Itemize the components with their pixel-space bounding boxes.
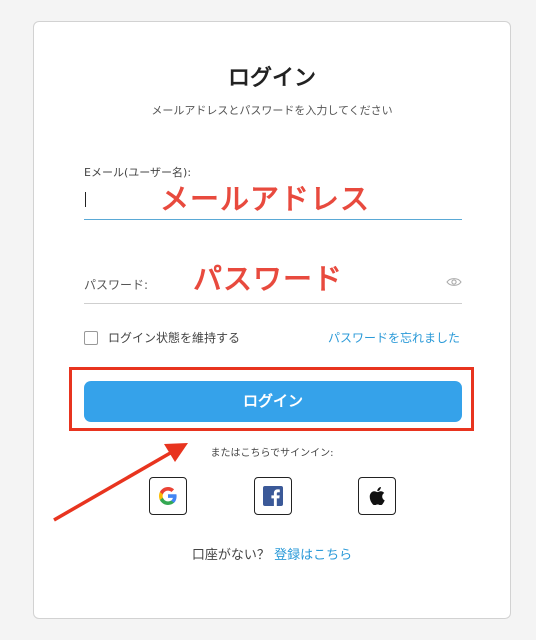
remember-checkbox[interactable] [84, 330, 98, 345]
signup-prompt: 口座がない？ [191, 548, 270, 563]
eye-icon[interactable] [446, 276, 462, 288]
text-caret [85, 192, 86, 207]
login-card: ログイン メールアドレスとパスワードを入力してください Eメール(ユーザー名):… [33, 21, 511, 619]
email-callout: メールアドレス [160, 182, 371, 216]
password-label: パスワード: [84, 278, 149, 292]
facebook-icon [263, 486, 283, 506]
highlight-box [69, 367, 474, 431]
signup-row: 口座がない？ 登録はこちら [34, 544, 510, 563]
password-callout: パスワード [193, 262, 344, 296]
social-signin-prompt: またはこちらでサインイン: [210, 448, 334, 459]
apple-signin-button[interactable] [358, 477, 396, 515]
signup-link[interactable]: 登録はこちら [274, 548, 352, 563]
page-title: ログイン [227, 66, 316, 91]
page-subtitle: メールアドレスとパスワードを入力してください [151, 104, 393, 117]
forgot-password-link[interactable]: パスワードを忘れました [328, 329, 460, 346]
apple-icon [369, 487, 385, 505]
google-signin-button[interactable] [149, 477, 187, 515]
remember-label: ログイン状態を維持する [108, 331, 241, 345]
facebook-signin-button[interactable] [254, 477, 292, 515]
remember-me[interactable]: ログイン状態を維持する [84, 329, 240, 346]
google-icon [159, 487, 177, 505]
